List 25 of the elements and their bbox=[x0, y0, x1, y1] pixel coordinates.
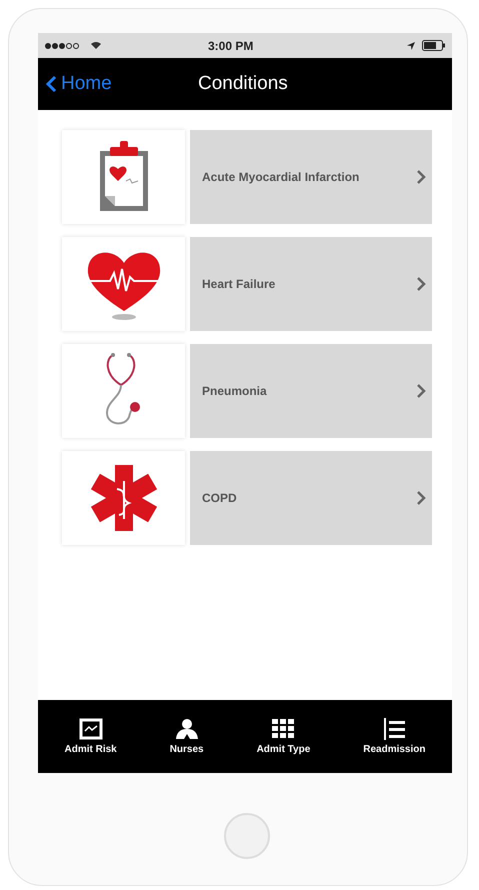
condition-item[interactable]: Pneumonia bbox=[190, 344, 432, 438]
chevron-right-icon bbox=[416, 169, 426, 185]
star-of-life-icon bbox=[88, 463, 158, 533]
chevron-right-icon bbox=[416, 383, 426, 399]
grid-icon bbox=[271, 718, 296, 740]
chevron-right-icon bbox=[416, 490, 426, 506]
status-time: 3:00 PM bbox=[208, 38, 254, 52]
person-icon bbox=[174, 718, 199, 740]
screen-title: Conditions bbox=[198, 73, 288, 95]
tab-item[interactable]: Readmission bbox=[359, 718, 430, 755]
back-button[interactable]: Home bbox=[38, 73, 120, 95]
tab-item[interactable]: Admit Risk bbox=[60, 718, 121, 755]
condition-item[interactable]: COPD bbox=[190, 451, 432, 545]
wifi-icon bbox=[90, 41, 102, 50]
condition-item[interactable]: Acute Myocardial Infarction bbox=[190, 130, 432, 224]
chevron-right-icon bbox=[416, 276, 426, 292]
location-arrow-icon bbox=[406, 40, 416, 50]
tab-item[interactable]: Nurses bbox=[166, 718, 208, 755]
condition-item[interactable]: Heart Failure bbox=[190, 237, 432, 331]
home-button[interactable] bbox=[224, 813, 270, 859]
chart-icon bbox=[78, 718, 103, 740]
chevron-left-icon bbox=[46, 75, 57, 93]
tab-item[interactable]: Admit Type bbox=[252, 718, 314, 755]
list-icon bbox=[382, 718, 406, 740]
battery-icon bbox=[422, 40, 446, 51]
